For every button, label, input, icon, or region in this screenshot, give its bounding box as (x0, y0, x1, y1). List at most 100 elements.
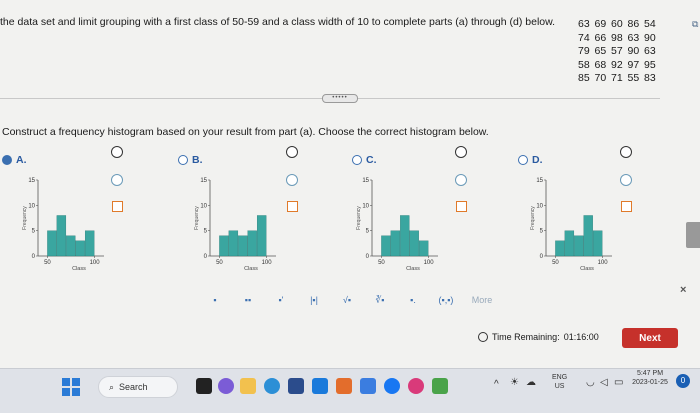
data-cell: 74 (578, 31, 590, 44)
data-cell: 57 (611, 45, 623, 57)
more-tools-button[interactable]: More (469, 292, 495, 308)
close-icon[interactable]: × (680, 284, 686, 296)
expand-icon-d[interactable] (621, 201, 632, 212)
windows-start-icon[interactable] (62, 378, 80, 396)
instruction-text: Construct a frequency histogram based on… (2, 126, 489, 138)
data-cell: 71 (611, 72, 623, 84)
cloud-icon[interactable]: ☁ (526, 378, 536, 388)
app-icon[interactable] (336, 378, 352, 394)
histogram-bar (47, 230, 57, 257)
time-remaining: Time Remaining: 01:16:00 (478, 332, 599, 342)
zoom-out-icon-a[interactable] (111, 174, 123, 186)
zoom-in-icon-c[interactable] (455, 146, 467, 158)
x-tick-label: 100 (90, 260, 101, 266)
math-toolbar: ▪ ▪▪ ▪' |▪| √▪ ∛▪ ▪. (▪,▪) More (205, 292, 495, 308)
weather-icon[interactable]: ☀ (510, 378, 519, 388)
fraction-tool[interactable]: ▪ (205, 292, 225, 308)
data-row: 58 68 92 97 95 (578, 59, 661, 73)
edge-icon[interactable] (264, 378, 280, 394)
next-button[interactable]: Next (622, 328, 678, 348)
file-explorer-icon[interactable] (240, 378, 256, 394)
teams-icon[interactable] (218, 378, 234, 394)
option-c[interactable]: C. (352, 154, 377, 166)
option-d-letter: D. (532, 154, 543, 166)
y-tick-label: 15 (362, 178, 369, 184)
y-tick-label: 5 (204, 229, 208, 235)
y-tick-label: 5 (540, 229, 544, 235)
copy-data-icon[interactable]: ⧉ (692, 19, 698, 30)
decimal-tool[interactable]: ▪. (403, 292, 423, 308)
y-axis-label: Frequency (530, 206, 536, 230)
tray-time: 5:47 PM (636, 370, 664, 377)
language-indicator[interactable]: ENG US (552, 373, 567, 391)
chevron-up-icon[interactable]: ^ (494, 380, 499, 390)
facebook-icon[interactable] (384, 378, 400, 394)
timer-value: 01:16:00 (563, 332, 599, 342)
clock-tray[interactable]: 5:47 PM 2023-01-25 (628, 369, 672, 387)
expand-icon-c[interactable] (456, 201, 467, 212)
store-icon[interactable] (288, 378, 304, 394)
mixed-number-tool[interactable]: ▪▪ (238, 292, 258, 308)
option-d[interactable]: D. (518, 154, 543, 166)
zoom-in-icon-b[interactable] (286, 146, 298, 158)
histogram-bar (418, 240, 429, 257)
expand-icon-b[interactable] (287, 201, 298, 212)
histogram-bar (228, 230, 239, 257)
data-cell: 63 (627, 31, 640, 44)
y-axis-label: Frequency (356, 206, 362, 230)
y-tick-label: 0 (32, 254, 36, 260)
zoom-in-icon-d[interactable] (620, 146, 632, 158)
x-tick-label: 100 (424, 260, 435, 266)
absolute-value-tool[interactable]: |▪| (304, 292, 324, 308)
expand-icon-a[interactable] (112, 201, 123, 212)
expand-pill[interactable]: ••••• (322, 94, 358, 103)
data-cell: 85 (578, 72, 590, 84)
histogram-bar (66, 235, 76, 257)
settings-app-icon[interactable] (360, 378, 376, 394)
side-scroll-tab[interactable] (686, 222, 700, 248)
exponent-tool[interactable]: ▪' (271, 292, 291, 308)
zoom-in-icon-a[interactable] (111, 146, 123, 158)
timer-label: Time Remaining: (492, 332, 560, 342)
x-axis-label: Class (406, 266, 420, 272)
zoom-out-icon-b[interactable] (286, 174, 298, 186)
data-row: 74 66 98 63 90 (578, 32, 661, 46)
option-b-radio[interactable] (178, 155, 188, 165)
option-b-letter: B. (192, 154, 203, 166)
ordered-pair-tool[interactable]: (▪,▪) (436, 292, 456, 308)
option-a[interactable]: A. (2, 154, 27, 166)
option-c-radio[interactable] (352, 155, 362, 165)
histogram-bar (574, 235, 584, 257)
taskview-icon[interactable] (196, 378, 212, 394)
y-tick-label: 10 (536, 203, 543, 209)
notification-badge[interactable]: 0 (676, 374, 690, 388)
histogram-bar (555, 240, 565, 257)
tray-date: 2023-01-25 (632, 379, 668, 386)
y-tick-label: 5 (366, 229, 370, 235)
histogram-bar (400, 215, 410, 257)
square-root-tool[interactable]: √▪ (337, 292, 357, 308)
zoom-out-icon-d[interactable] (620, 174, 632, 186)
volume-icon[interactable]: ◁ (600, 378, 608, 388)
option-b[interactable]: B. (178, 154, 203, 166)
zoom-out-icon-c[interactable] (455, 174, 467, 186)
histogram-bar (390, 230, 401, 257)
data-cell: 70 (594, 72, 607, 84)
y-tick-label: 15 (536, 178, 543, 184)
taskbar-search[interactable]: ⌕ Search (98, 376, 178, 398)
option-a-radio[interactable] (2, 155, 12, 165)
wifi-icon[interactable]: ◡ (586, 378, 595, 388)
option-d-radio[interactable] (518, 155, 528, 165)
chart-app-icon[interactable] (432, 378, 448, 394)
histogram-b: Frequency 0 5 10 15 50 100 Class (194, 168, 284, 274)
instagram-icon[interactable] (408, 378, 424, 394)
data-cell: 83 (644, 72, 656, 84)
battery-icon[interactable]: ▭ (614, 378, 623, 388)
histogram-bar (84, 230, 95, 257)
mail-icon[interactable] (312, 378, 328, 394)
x-tick-label: 50 (44, 260, 51, 266)
data-cell: 90 (627, 45, 640, 57)
y-axis-label: Frequency (22, 206, 28, 230)
histogram-bar (564, 230, 575, 257)
nth-root-tool[interactable]: ∛▪ (370, 292, 390, 308)
